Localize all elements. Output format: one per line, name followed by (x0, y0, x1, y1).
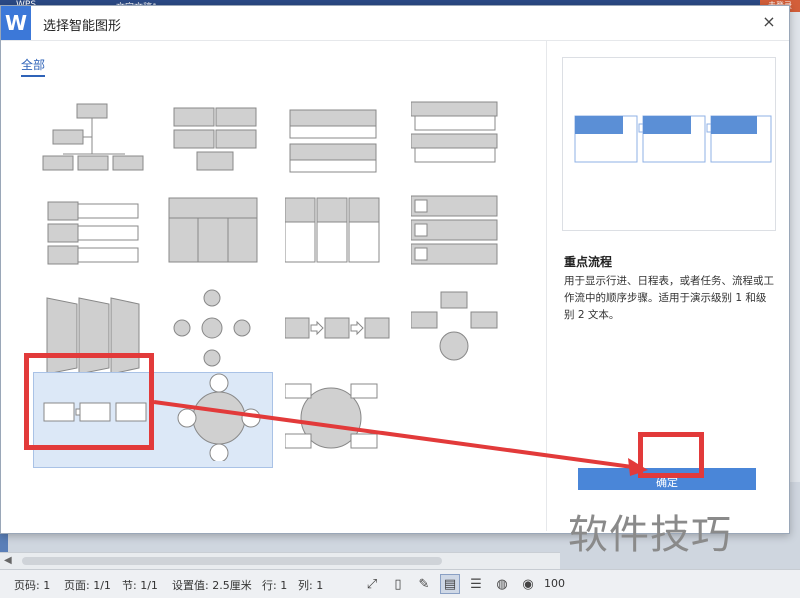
annotation-highlight-ok (638, 432, 704, 478)
watermark: 软件技巧 (568, 512, 732, 558)
